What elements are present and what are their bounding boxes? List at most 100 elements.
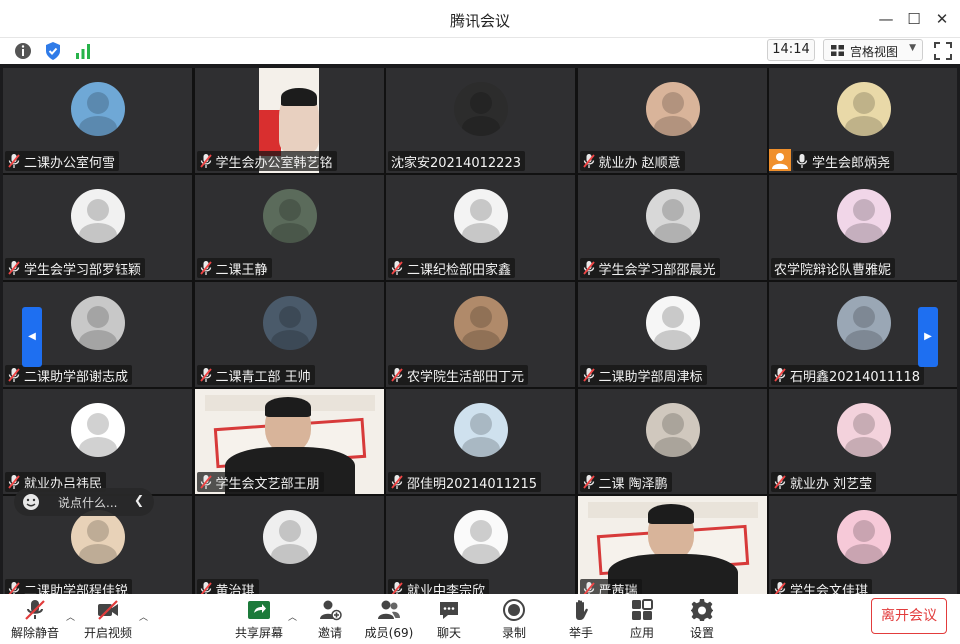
participant-tile[interactable]: 就业办 刘艺莹 [769,389,957,494]
fullscreen-icon[interactable] [933,41,953,61]
emoji-icon[interactable] [22,493,40,511]
leave-meeting-button[interactable]: 离开会议 [871,598,947,634]
unmute-label: 解除静音 [10,626,59,640]
chat-icon [440,602,458,619]
video-options-chevron-icon[interactable]: ︿ [139,610,148,623]
meeting-clock: 14:14 [767,39,815,61]
participant-nameplate: 二课助学部谢志成 [5,365,133,385]
mic-muted-icon [583,582,595,594]
audio-options-chevron-icon[interactable]: ︿ [66,610,75,623]
host-icon [769,149,791,171]
start-video-button[interactable]: 开启视频 [78,596,138,642]
share-screen-button[interactable]: 共享屏幕 [229,596,289,642]
participant-tile[interactable]: 二课助学部周津标 [577,282,767,387]
participant-name: 二课助学部周津标 [598,369,703,385]
participant-tile[interactable]: 二课办公室何雪 [3,68,192,173]
participant-tile[interactable]: 二课 陶泽鹏 [577,389,767,494]
participant-tile[interactable]: 农学院辩论队曹雅妮 [769,175,957,280]
share-screen-icon [248,601,270,619]
apps-button[interactable]: 应用 [612,596,672,642]
participant-tile[interactable]: 就业办吕祎民 [3,389,192,494]
participant-nameplate: 学生会郎炳尧 [793,151,895,171]
participant-nameplate: 二课青工部 王帅 [196,365,315,385]
participant-name: 学生会文佳琪 [790,583,869,595]
avatar [262,296,317,350]
maximize-icon[interactable]: ☐ [904,9,924,29]
participant-name: 严茜瑞 [598,583,638,595]
previous-page-arrow[interactable]: ◀ [22,307,42,367]
minimize-icon[interactable]: — [876,9,896,29]
participant-tile[interactable]: 学生会文佳琪 [769,496,957,594]
members-button[interactable]: 成员(69) [359,596,419,642]
avatar [837,296,891,350]
mic-muted-icon [391,475,403,489]
view-mode-select[interactable]: 宫格视图 ▼ [823,39,923,61]
mic-muted-icon [582,154,595,168]
settings-button[interactable]: 设置 [672,596,732,642]
participant-nameplate: 就业办 刘艺莹 [771,472,877,492]
chat-label: 聊天 [436,626,461,640]
mic-muted-icon [582,475,595,489]
participant-nameplate: 二课助学部程佳锐 [5,579,133,595]
view-mode-label: 宫格视图 [850,45,899,59]
participant-name: 二课助学部程佳锐 [24,583,129,595]
unmute-button[interactable]: 解除静音 [5,596,65,642]
members-icon [378,600,400,619]
mic-muted-icon [582,261,595,275]
mic-muted-icon [8,261,20,275]
participant-tile[interactable]: 农学院生活部田丁元 [386,282,575,387]
participant-nameplate: 二课纪检部田家鑫 [388,258,516,278]
participant-tile[interactable]: 学生会学习部罗钰颖 [3,175,192,280]
participant-tile[interactable]: 学生会文艺部王朋 [194,389,384,494]
participant-tile[interactable]: 就业中李宗欣 [386,496,575,594]
participant-nameplate: 二课助学部周津标 [579,365,707,385]
participant-tile[interactable]: 二课青工部 王帅 [194,282,384,387]
participant-nameplate: 学生会办公室韩艺铭 [196,151,337,171]
network-signal-icon[interactable] [73,41,93,61]
participant-tile[interactable]: 学生会郎炳尧 [769,68,957,173]
collapse-chevron-icon[interactable]: ❮ [134,493,144,507]
raise-hand-button[interactable]: 举手 [551,596,611,642]
next-page-arrow[interactable]: ▶ [918,307,938,367]
participant-name: 二课青工部 王帅 [215,369,311,385]
participant-name: 学生会文艺部王朋 [215,476,320,492]
security-shield-icon[interactable] [43,41,63,61]
record-button[interactable]: 录制 [484,596,544,642]
participant-name: 就业办 刘艺莹 [790,476,873,492]
avatar [454,189,508,243]
participant-tile[interactable]: 严茜瑞 [577,496,767,595]
participant-nameplate: 严茜瑞 [579,579,642,595]
close-icon[interactable]: ✕ [932,9,952,29]
avatar [837,403,891,457]
avatar [837,82,891,136]
avatar [645,189,700,243]
mic-muted-icon [391,261,403,275]
avatar [454,510,508,564]
participant-name: 学生会郎炳尧 [812,155,891,171]
participant-tile[interactable]: 二课纪检部田家鑫 [386,175,575,280]
participant-tile[interactable]: 就业办 赵顺意 [577,68,767,173]
participant-name: 二课纪检部田家鑫 [407,262,512,278]
settings-label: 设置 [689,626,714,640]
gear-icon [691,599,713,621]
chat-quick-input[interactable]: 说点什么... ❮ [14,488,154,516]
participant-tile[interactable]: 二课王静 [194,175,384,280]
participant-tile[interactable]: 邵佳明20214011215 [386,389,575,494]
participant-tile[interactable]: 学生会办公室韩艺铭 [194,68,384,173]
invite-button[interactable]: 邀请 [300,596,360,642]
record-label: 录制 [501,626,526,640]
raise-hand-icon [576,599,588,620]
avatar [71,403,125,457]
participant-tile[interactable]: 学生会学习部邵晨光 [577,175,767,280]
control-bar: 解除静音 ︿ 开启视频 ︿ 共享屏幕 ︿ 邀请 成员(69) 聊天 录制 举手 … [0,594,960,644]
title-bar: 腾讯会议 — ☐ ✕ [0,0,960,38]
participant-nameplate: 沈家安20214012223 [388,151,525,171]
participant-tile[interactable]: 沈家安20214012223 [386,68,575,173]
participant-name: 农学院生活部田丁元 [407,369,525,385]
share-options-chevron-icon[interactable]: ︿ [288,610,297,623]
avatar [262,510,317,564]
chat-button[interactable]: 聊天 [419,596,479,642]
info-icon[interactable] [13,41,33,61]
participant-tile[interactable]: 黄治琪 [194,496,384,594]
mic-muted-icon [25,600,45,620]
